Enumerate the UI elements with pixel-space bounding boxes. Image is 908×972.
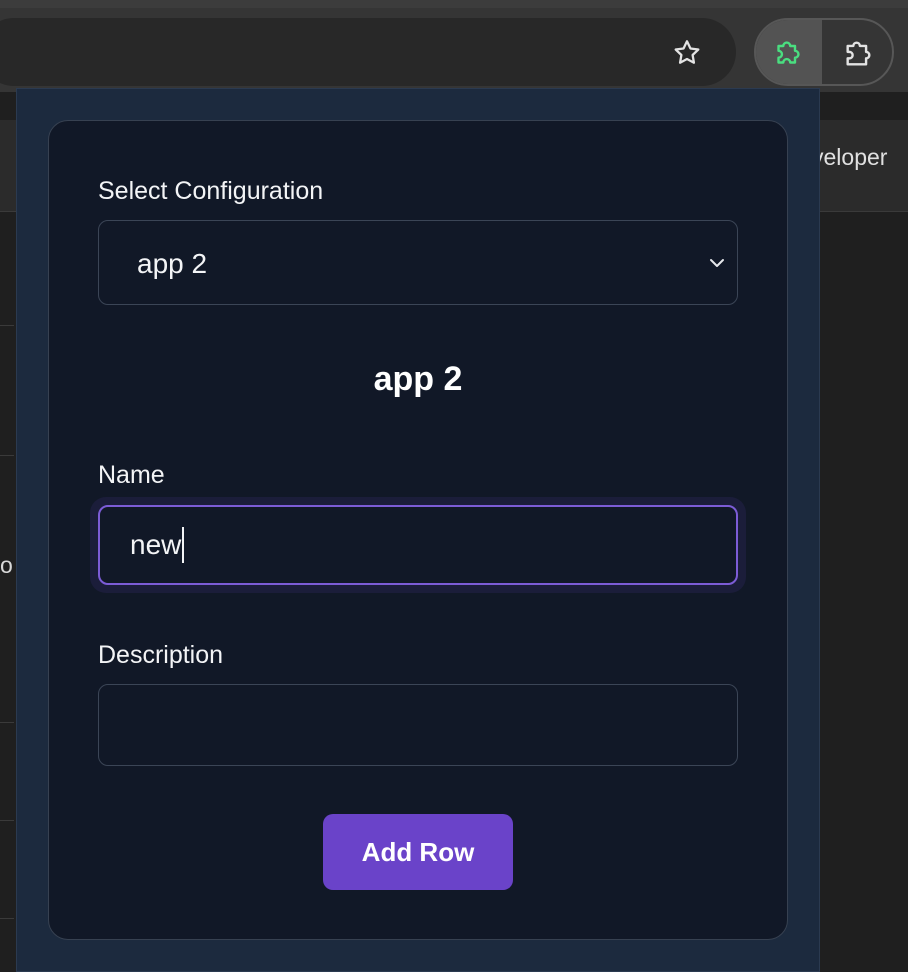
browser-window: veloper ol Select Configuration app 2 ap… bbox=[0, 0, 908, 972]
background-left-text: ol bbox=[0, 552, 14, 578]
text-caret bbox=[182, 526, 185, 563]
address-bar[interactable] bbox=[0, 18, 736, 86]
select-configuration-label: Select Configuration bbox=[98, 177, 324, 205]
star-icon bbox=[674, 40, 700, 64]
chevron-down-icon bbox=[710, 259, 724, 267]
background-divider bbox=[0, 455, 14, 456]
configuration-select[interactable]: app 2 bbox=[98, 220, 738, 305]
puzzle-icon bbox=[777, 41, 800, 64]
puzzle-outline-icon bbox=[846, 41, 871, 66]
description-label: Description bbox=[98, 641, 224, 669]
active-extension-button[interactable] bbox=[756, 20, 822, 84]
description-field[interactable] bbox=[98, 684, 738, 766]
configuration-heading: app 2 bbox=[373, 360, 463, 398]
background-divider bbox=[0, 722, 14, 723]
background-divider bbox=[0, 820, 14, 821]
name-field-value: new bbox=[130, 529, 182, 560]
bookmark-button[interactable] bbox=[664, 30, 710, 76]
name-label: Name bbox=[98, 461, 165, 489]
background-divider bbox=[0, 918, 14, 919]
tab-strip bbox=[0, 0, 908, 8]
configuration-select-value: app 2 bbox=[137, 248, 208, 279]
extensions-menu-button[interactable] bbox=[830, 24, 888, 82]
background-divider bbox=[0, 325, 14, 326]
add-row-button[interactable]: Add Row bbox=[323, 814, 513, 890]
name-field[interactable]: new bbox=[98, 505, 738, 585]
background-header-text: veloper bbox=[812, 144, 888, 170]
